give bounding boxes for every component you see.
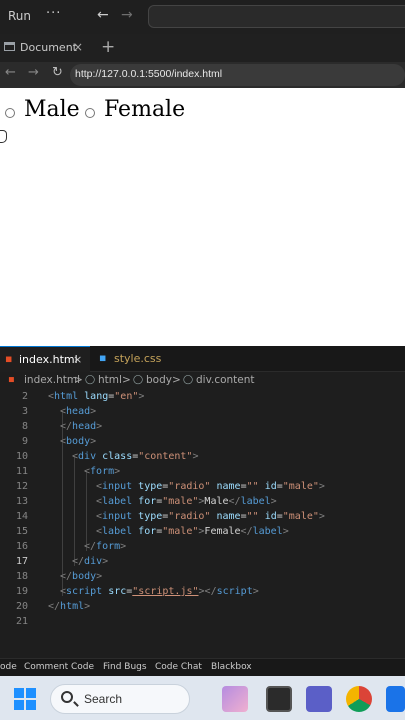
windows-start-icon[interactable] (14, 688, 36, 710)
female-label[interactable]: Female (104, 97, 185, 122)
browser-tab-title: Document (20, 41, 77, 54)
code-line[interactable]: <input type="radio" name="" id="male"> (96, 511, 325, 522)
browser-tab-document[interactable]: Document × (0, 34, 95, 62)
line-number: 20 (15, 601, 28, 612)
male-label[interactable]: Male (24, 97, 80, 122)
male-radio[interactable] (5, 108, 15, 118)
close-tab-icon[interactable]: × (73, 40, 83, 54)
element-icon: ◯ (133, 375, 144, 385)
taskbar-search[interactable]: Search (50, 684, 190, 714)
document-icon (4, 42, 15, 51)
file-explorer-icon[interactable] (266, 686, 292, 712)
line-number: 9 (21, 436, 28, 447)
nav-back-icon[interactable]: ← (97, 7, 109, 23)
code-editor[interactable]: 2 <html lang="en"> 3 <head> 8 </head> 9 … (0, 390, 405, 658)
chrome-icon[interactable] (346, 686, 372, 712)
line-number: 15 (15, 526, 28, 537)
line-number: 13 (15, 496, 28, 507)
close-tab-icon[interactable]: × (73, 353, 82, 366)
code-line[interactable]: <script src="script.js"></script> (60, 586, 259, 597)
search-icon (61, 691, 73, 703)
status-find-bugs[interactable]: Find Bugs (103, 662, 147, 672)
element-icon: ◯ (85, 375, 96, 385)
line-number: 19 (15, 586, 28, 597)
line-number: 2 (21, 391, 28, 402)
nav-forward-icon[interactable]: → (121, 7, 133, 23)
url-text: http://127.0.0.1:5500/index.html (75, 68, 223, 80)
browser-forward-icon[interactable]: → (28, 65, 39, 80)
breadcrumb-separator: > (122, 374, 131, 386)
line-number: 3 (21, 406, 28, 417)
code-line[interactable]: <head> (60, 406, 96, 417)
code-line[interactable]: </head> (60, 421, 102, 432)
code-line[interactable]: <label for="male">Female</label> (96, 526, 289, 537)
code-line[interactable]: </form> (84, 541, 126, 552)
html-file-icon: ◾ (8, 375, 15, 385)
reload-icon[interactable]: ↻ (52, 65, 63, 80)
address-bar[interactable]: http://127.0.0.1:5500/index.html (70, 64, 405, 86)
line-number: 12 (15, 481, 28, 492)
tab-style-css[interactable]: ◾ style.css (90, 346, 165, 372)
indent-guide (74, 456, 75, 566)
breadcrumb-div-content[interactable]: div.content (196, 374, 255, 386)
code-line[interactable]: <input type="radio" name="" id="male"> (96, 481, 325, 492)
code-line[interactable]: </html> (48, 601, 90, 612)
browser-back-icon[interactable]: ← (5, 65, 16, 80)
status-bar: ode Comment Code Find Bugs Code Chat Bla… (0, 658, 405, 676)
css-file-icon: ◾ (99, 353, 107, 364)
indent-guide (86, 471, 87, 551)
breadcrumb-separator: > (172, 374, 181, 386)
code-line[interactable]: <html lang="en"> (48, 391, 144, 402)
teams-icon[interactable] (306, 686, 332, 712)
tab-label: style.css (114, 352, 162, 365)
editor-tab-bar: ◾ index.html × ◾ style.css (0, 346, 405, 372)
line-number: 18 (15, 571, 28, 582)
status-blackbox[interactable]: Blackbox (211, 662, 252, 672)
element-icon: ◯ (183, 375, 194, 385)
tab-index-html[interactable]: ◾ index.html × (0, 346, 90, 372)
title-bar: Run ··· ← → (0, 0, 405, 34)
breadcrumb: ◾ index.html > ◯ html > ◯ body > ◯ div.c… (0, 372, 405, 390)
new-tab-button[interactable]: + (101, 37, 115, 57)
html-file-icon: ◾ (5, 354, 13, 365)
line-number: 11 (15, 466, 28, 477)
status-item[interactable]: ode (0, 662, 17, 672)
code-line[interactable]: </body> (60, 571, 102, 582)
browser-app-icon[interactable] (386, 686, 405, 712)
line-number: 8 (21, 421, 28, 432)
line-number-current: 17 (15, 556, 28, 567)
more-menu-icon[interactable]: ··· (46, 6, 61, 21)
widget-app-icon[interactable] (222, 686, 248, 712)
search-label: Search (84, 692, 123, 706)
code-line[interactable]: </div> (72, 556, 108, 567)
code-line[interactable]: <div class="content"> (72, 451, 198, 462)
breadcrumb-separator: > (74, 374, 83, 386)
status-code-chat[interactable]: Code Chat (155, 662, 202, 672)
hand-cursor-icon (0, 130, 7, 143)
status-comment-code[interactable]: Comment Code (24, 662, 94, 672)
code-line[interactable]: <form> (84, 466, 120, 477)
command-center-input[interactable] (148, 5, 405, 28)
line-number: 14 (15, 511, 28, 522)
line-number: 21 (15, 616, 28, 627)
breadcrumb-file[interactable]: index.html (24, 374, 80, 386)
breadcrumb-body[interactable]: body (146, 374, 172, 386)
code-line[interactable]: <body> (60, 436, 96, 447)
female-radio[interactable] (85, 108, 95, 118)
rendered-page: Male Female (0, 88, 405, 346)
code-line[interactable]: <label for="male">Male</label> (96, 496, 277, 507)
breadcrumb-html[interactable]: html (98, 374, 122, 386)
line-number: 10 (15, 451, 28, 462)
run-menu[interactable]: Run (8, 9, 31, 23)
tab-label: index.html (19, 353, 78, 366)
line-number: 16 (15, 541, 28, 552)
